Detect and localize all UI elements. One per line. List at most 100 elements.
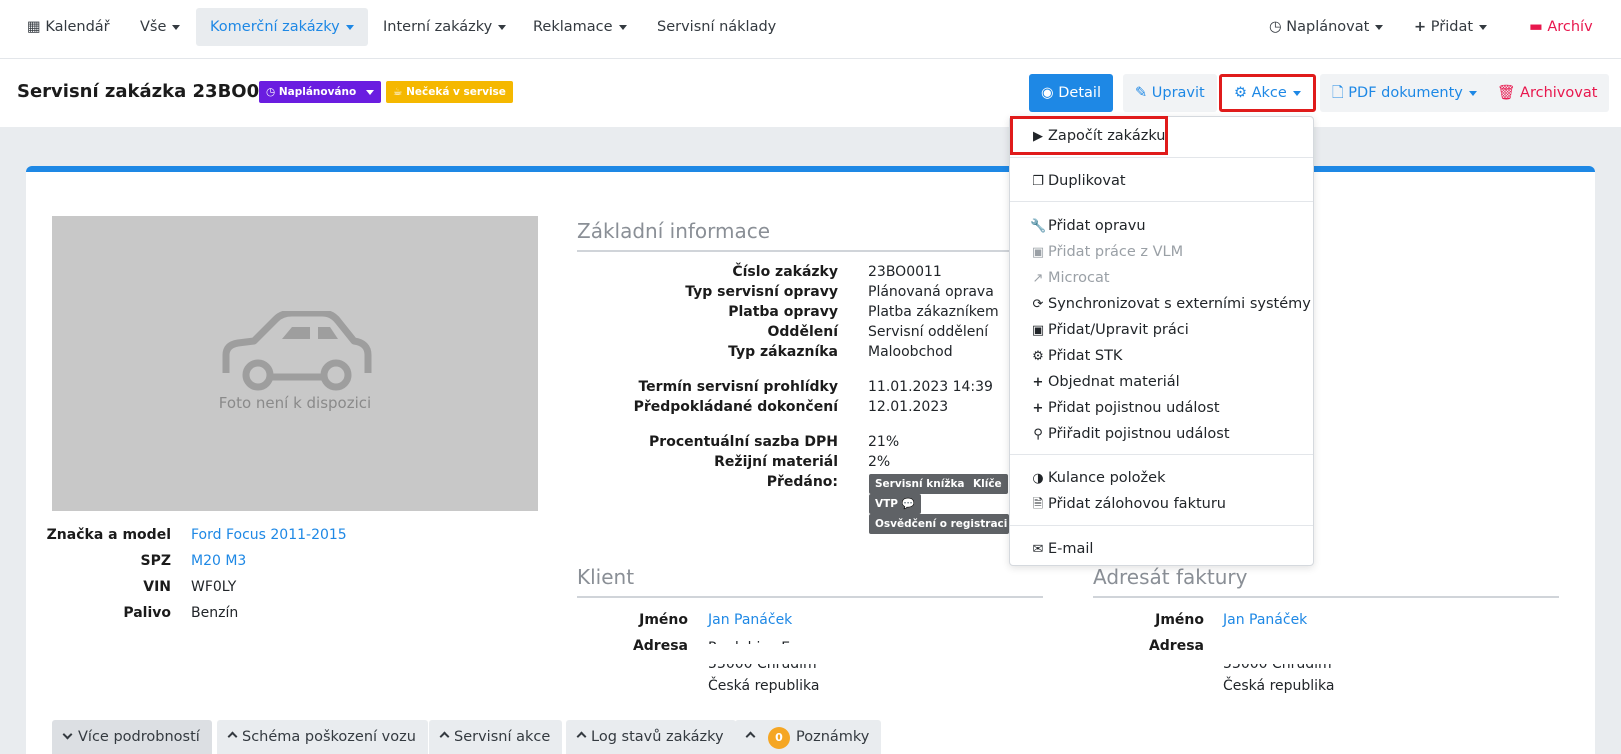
menu-add-repair[interactable]: 🔧 Přidat opravu: [1030, 215, 1146, 237]
status-badge-label: Naplánováno: [278, 86, 357, 98]
payment-value: Platba zákazníkem: [868, 304, 999, 320]
client-address-label: Adresa: [632, 638, 688, 654]
menu-email[interactable]: ✉ E-mail: [1030, 538, 1094, 560]
tab-notes[interactable]: 0 Poznámky: [735, 720, 882, 754]
nav-archive[interactable]: ▬ Archív: [1515, 8, 1607, 46]
pdf-button-label: PDF dokumenty: [1348, 85, 1463, 101]
tab-status-log[interactable]: Log stavů zakázky: [566, 720, 736, 754]
actions-button[interactable]: ⚙ Akce: [1219, 74, 1316, 112]
pdf-documents-button[interactable]: 🗋 PDF dokumenty: [1320, 74, 1489, 112]
nav-schedule[interactable]: ◷ Naplánovat: [1255, 8, 1397, 46]
invoice-name-link[interactable]: Jan Panáček: [1223, 612, 1307, 628]
client-name-link[interactable]: Jan Panáček: [708, 612, 792, 628]
briefcase-icon: ▣: [1031, 323, 1045, 338]
tab-service-actions[interactable]: Servisní akce: [429, 720, 563, 754]
repair-type-label: Typ servisní opravy: [685, 284, 838, 300]
menu-label: Přidat pojistnou událost: [1048, 400, 1220, 416]
menu-microcat[interactable]: ↗ Microcat: [1030, 267, 1110, 289]
menu-goodwill[interactable]: ◑ Kulance položek: [1030, 467, 1165, 489]
caret-down-icon: [1292, 90, 1301, 96]
payment-label: Platba opravy: [728, 304, 838, 320]
plate-link[interactable]: M20 M3: [191, 553, 247, 569]
menu-divider: [1010, 454, 1313, 455]
vat-rate-value: 21%: [868, 434, 900, 450]
nav-all[interactable]: Vše: [126, 8, 194, 46]
overhead-label: Režijní materiál: [714, 454, 838, 470]
invoice-name-label: Jméno: [1155, 612, 1204, 628]
vehicle-model-link[interactable]: Ford Focus 2011-2015: [191, 527, 347, 543]
caret-down-icon: [365, 89, 374, 95]
department-value: Servisní oddělení: [868, 324, 989, 340]
wrench-icon: 🔧: [1030, 219, 1047, 234]
tab-more-label: Více podrobností: [78, 729, 200, 745]
customer-type-label: Typ zákazníka: [728, 344, 838, 360]
customer-type-value: Maloobchod: [868, 344, 953, 360]
menu-label: Přidat zálohovou fakturu: [1048, 496, 1226, 512]
menu-add-deposit-invoice[interactable]: 🗎 Přidat zálohovou fakturu: [1030, 493, 1226, 515]
notes-count-badge: 0: [768, 727, 790, 749]
menu-assign-insurance-event[interactable]: ⚲ Přiřadit pojistnou událost: [1030, 423, 1229, 445]
menu-divider: [1010, 157, 1313, 158]
menu-divider: [1010, 525, 1313, 526]
wait-badge: ☕ Nečeká v servise: [386, 81, 513, 103]
tab-log-label: Log stavů zakázky: [591, 729, 724, 745]
caret-down-icon: [498, 24, 507, 30]
menu-add-insurance-event[interactable]: + Přidat pojistnou událost: [1030, 397, 1220, 419]
client-country: Česká republika: [708, 678, 820, 694]
nav-internal[interactable]: Interní zakázky: [369, 8, 520, 46]
menu-label: Přidat opravu: [1048, 218, 1146, 234]
nav-calendar[interactable]: ▦ Kalendář: [13, 8, 124, 46]
chevron-up-icon: [576, 731, 587, 742]
menu-sync[interactable]: ⟳ Synchronizovat s externími systémy: [1030, 293, 1311, 315]
handed-over-label: Předáno:: [766, 474, 838, 490]
order-number-label: Číslo zakázky: [732, 264, 838, 280]
detail-button[interactable]: ◉ Detail: [1029, 74, 1113, 112]
briefcase-icon: ▣: [1031, 245, 1045, 260]
photo-placeholder-text: Foto není k dispozici: [218, 394, 372, 412]
nav-schedule-label: Naplánovat: [1286, 19, 1370, 35]
page-title: Servisní zakázka 23BO0011: [17, 81, 297, 102]
section-divider: [577, 250, 1017, 252]
plus-icon: +: [1414, 19, 1427, 35]
edit-button[interactable]: ✎ Upravit: [1123, 74, 1217, 112]
external-link-icon: ↗: [1032, 271, 1044, 286]
caret-down-icon: [1375, 24, 1384, 30]
nav-add-label: Přidat: [1430, 19, 1474, 35]
overhead-value: 2%: [868, 454, 891, 470]
menu-add-edit-work[interactable]: ▣ Přidat/Upravit práci: [1030, 319, 1189, 341]
menu-add-vlm-work[interactable]: ▣ Přidat práce z VLM: [1030, 241, 1183, 263]
archive-button[interactable]: 🗑 Archivovat: [1485, 74, 1610, 112]
menu-label: Synchronizovat s externími systémy: [1048, 296, 1311, 312]
tab-damage-scheme[interactable]: Schéma poškození vozu: [217, 720, 428, 754]
nav-service-costs[interactable]: Servisní náklady: [643, 8, 790, 46]
menu-order-material[interactable]: + Objednat materiál: [1030, 371, 1180, 393]
repair-type-value: Plánovaná oprava: [868, 284, 994, 300]
tab-more-details[interactable]: Více podrobností: [52, 720, 212, 754]
actions-dropdown-menu: ▶ Započít zakázku ❐ Duplikovat 🔧 Přidat opr…: [1009, 116, 1314, 566]
chevron-up-icon: [745, 731, 756, 742]
menu-label: Přidat práce z VLM: [1048, 244, 1184, 260]
menu-duplicate[interactable]: ❐ Duplikovat: [1030, 170, 1126, 192]
menu-label: Duplikovat: [1048, 173, 1126, 189]
caret-down-icon: [172, 24, 181, 30]
menu-add-stk[interactable]: ⚙ Přidat STK: [1030, 345, 1122, 367]
vehicle-photo-placeholder: Foto není k dispozici: [52, 216, 538, 511]
file-icon: 🗎: [1032, 497, 1044, 512]
nav-add[interactable]: + Přidat: [1400, 8, 1501, 46]
nav-commercial[interactable]: Komerční zakázky: [196, 8, 368, 46]
plus-icon: +: [1032, 375, 1044, 390]
chevron-up-icon: [227, 731, 238, 742]
nav-calendar-label: Kalendář: [45, 19, 110, 35]
fuel-label: Palivo: [123, 605, 171, 621]
status-badge[interactable]: ◷ Naplánováno: [259, 81, 381, 103]
fuel-value: Benzín: [191, 605, 239, 621]
plus-icon: +: [1032, 401, 1044, 416]
wait-badge-label: Nečeká v servise: [406, 86, 506, 98]
caret-down-icon: [345, 24, 354, 30]
vat-rate-label: Procentuální sazba DPH: [649, 434, 838, 450]
nav-all-label: Vše: [140, 19, 167, 35]
nav-complaints[interactable]: Reklamace: [519, 8, 641, 46]
start-order-highlight: [1010, 116, 1168, 155]
car-icon: [222, 311, 372, 391]
archive-button-label: Archivovat: [1520, 85, 1598, 101]
